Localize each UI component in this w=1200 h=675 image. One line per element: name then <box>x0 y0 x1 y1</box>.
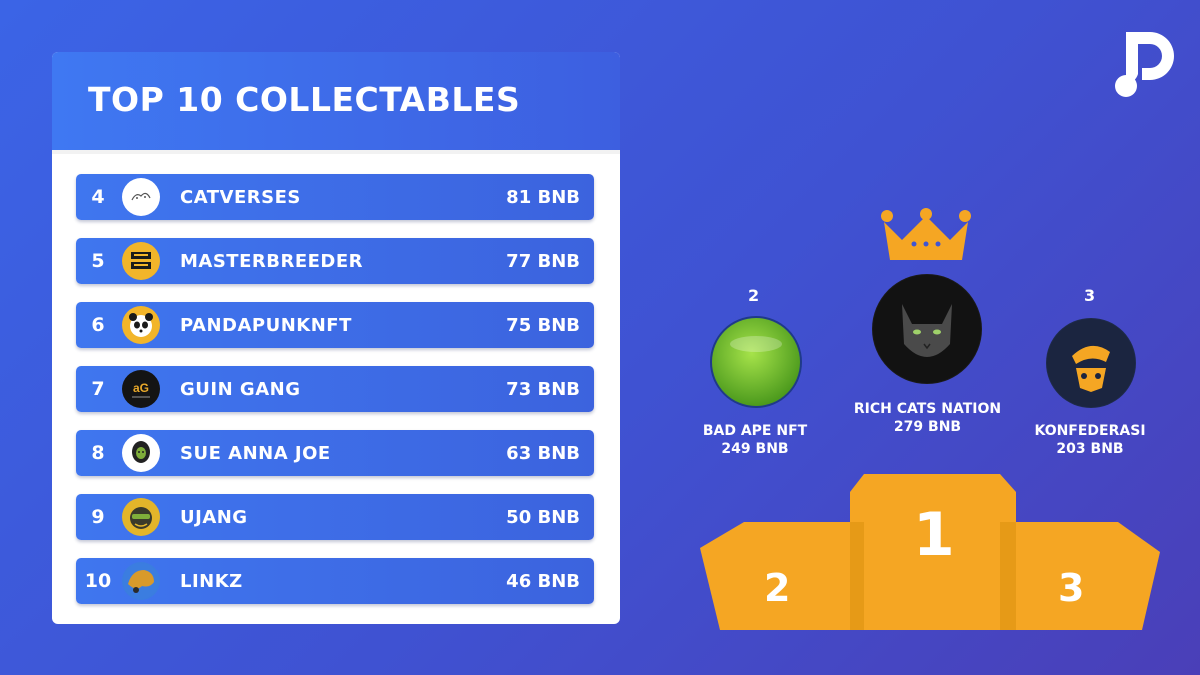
collection-price: 73 BNB <box>506 378 580 400</box>
avatar <box>122 242 160 280</box>
collection-name: SUE ANNA JOE <box>180 442 331 464</box>
first-place-name: RICH CATS NATION <box>853 401 1002 417</box>
collection-name: LINKZ <box>180 570 243 592</box>
collection-price: 75 BNB <box>506 314 580 336</box>
list-item[interactable]: 8 SUE ANNA JOE 63 BNB <box>76 430 594 476</box>
third-place-price: 203 BNB <box>1056 441 1124 457</box>
avatar <box>1046 318 1136 408</box>
first-place-price: 279 BNB <box>893 419 962 435</box>
avatar: aG <box>122 370 160 408</box>
rank-number: 5 <box>91 250 105 272</box>
podium-second-number: 2 <box>764 566 791 610</box>
ujang-logo-icon <box>123 499 159 535</box>
avatar <box>122 562 160 600</box>
second-place-label: BAD APE NFT 249 BNB <box>690 422 820 458</box>
rank-number: 7 <box>91 378 105 400</box>
third-place-rank: 3 <box>1084 286 1096 305</box>
second-place-name: BAD APE NFT <box>702 423 808 439</box>
list-item[interactable]: 7 aG GUIN GANG 73 BNB <box>76 366 594 412</box>
first-place-label: RICH CATS NATION 279 BNB <box>840 400 1015 436</box>
third-place-label: KONFEDERASI 203 BNB <box>1025 422 1155 458</box>
rank-number: 10 <box>84 570 112 592</box>
collection-price: 63 BNB <box>506 442 580 464</box>
list-item[interactable]: 10 LINKZ 46 BNB <box>76 558 594 604</box>
avatar <box>122 498 160 536</box>
avatar <box>122 178 160 216</box>
collection-name: GUIN GANG <box>180 378 301 400</box>
catverses-logo-icon <box>123 179 159 215</box>
podium-third-number: 3 <box>1058 566 1085 610</box>
linkz-logo-icon <box>123 563 159 599</box>
podium-first-number: 1 <box>913 500 955 570</box>
second-place-rank: 2 <box>748 286 760 305</box>
list-item[interactable]: 9 UJANG 50 BNB <box>76 494 594 540</box>
second-place-price: 249 BNB <box>721 441 789 457</box>
avatar <box>872 274 982 384</box>
crown-icon <box>881 208 971 260</box>
sue-anna-joe-logo-icon <box>123 435 159 471</box>
masterbreeder-logo-icon <box>123 243 159 279</box>
avatar <box>122 306 160 344</box>
collection-price: 77 BNB <box>506 250 580 272</box>
guin-gang-logo-icon: aG <box>123 371 159 407</box>
list-item[interactable]: 5 MASTERBREEDER 77 BNB <box>76 238 594 284</box>
cat-icon <box>873 275 981 383</box>
green-orb-icon <box>712 318 800 406</box>
list-item[interactable]: 4 CATVERSES 81 BNB <box>76 174 594 220</box>
svg-text:aG: aG <box>133 381 149 395</box>
collection-name: UJANG <box>180 506 248 528</box>
collection-price: 46 BNB <box>506 570 580 592</box>
collection-name: MASTERBREEDER <box>180 250 364 272</box>
avatar <box>710 316 802 408</box>
rank-number: 6 <box>91 314 105 336</box>
panda-icon <box>123 307 159 343</box>
collection-price: 81 BNB <box>506 186 580 208</box>
konfederasi-logo-icon <box>1047 319 1135 407</box>
page-title: TOP 10 COLLECTABLES <box>88 80 521 119</box>
third-place-name: KONFEDERASI <box>1034 423 1146 439</box>
avatar <box>122 434 160 472</box>
list-item[interactable]: 6 PANDAPUNKNFT 75 BNB <box>76 302 594 348</box>
collection-price: 50 BNB <box>506 506 580 528</box>
rank-number: 4 <box>91 186 105 208</box>
brand-logo-icon <box>1115 32 1174 97</box>
collection-name: CATVERSES <box>180 186 301 208</box>
rank-number: 8 <box>91 442 105 464</box>
collection-name: PANDAPUNKNFT <box>180 314 352 336</box>
rank-number: 9 <box>91 506 105 528</box>
